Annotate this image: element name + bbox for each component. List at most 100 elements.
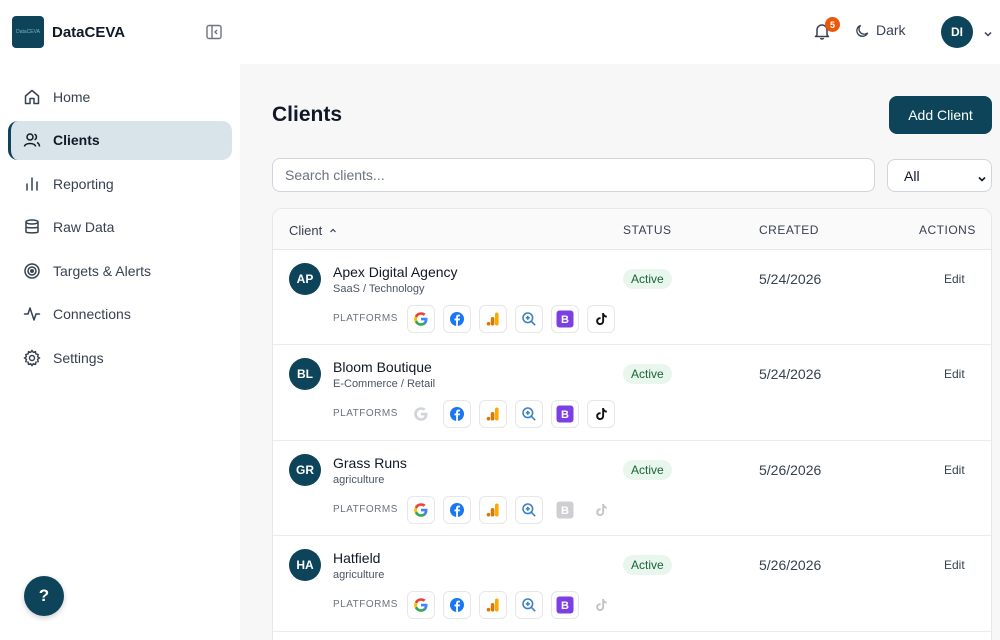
column-header-status: STATUS (623, 223, 672, 237)
client-category: E-Commerce / Retail (333, 378, 436, 391)
sidebar-nav: Home Clients Reporting Raw Data Targets … (8, 77, 232, 382)
sidebar-item-raw-data[interactable]: Raw Data (8, 208, 232, 247)
platforms-label: PLATFORMS (333, 313, 398, 324)
sidebar-item-label: Targets & Alerts (53, 262, 152, 279)
notification-badge: 5 (825, 17, 840, 32)
sidebar-item-label: Settings (53, 350, 104, 367)
platform-analytics-icon[interactable] (479, 591, 507, 620)
sidebar-item-clients[interactable]: Clients (8, 120, 232, 160)
table-row[interactable]: HA Hatfield agriculture PLATFORMS B Acti… (273, 536, 991, 632)
chevron-down-icon[interactable] (983, 26, 993, 37)
svg-text:B: B (561, 505, 569, 517)
platform-tiktok-icon[interactable] (587, 591, 615, 620)
moon-icon (856, 24, 869, 37)
table-row[interactable]: GR Grass Runs agriculture PLATFORMS B Ac… (273, 441, 991, 537)
edit-button[interactable]: Edit (944, 463, 965, 477)
platform-list: B (407, 400, 623, 429)
platform-search-icon[interactable] (515, 495, 543, 524)
created-date: 5/26/2026 (759, 461, 822, 478)
main-content: Clients Add Client All Client STATUS CRE… (240, 64, 1000, 640)
edit-button[interactable]: Edit (944, 272, 965, 286)
platform-analytics-icon[interactable] (479, 400, 507, 429)
page-title: Clients (272, 103, 343, 126)
platform-google-icon[interactable] (407, 591, 435, 620)
platform-search-icon[interactable] (515, 400, 543, 429)
platform-google-icon[interactable] (407, 400, 435, 429)
sidebar-item-label: Connections (53, 306, 131, 323)
help-button[interactable]: ? (24, 576, 64, 616)
users-icon (22, 130, 42, 150)
status-filter-select[interactable]: All (887, 159, 992, 192)
status-badge: Active (623, 269, 672, 289)
platform-analytics-icon[interactable] (479, 305, 507, 333)
client-name[interactable]: Hatfield (333, 550, 380, 566)
target-icon (22, 261, 42, 281)
theme-label: Dark (876, 22, 906, 38)
client-name[interactable]: Grass Runs (333, 455, 407, 471)
client-category: SaaS / Technology (333, 283, 425, 295)
svg-text:B: B (561, 410, 569, 422)
created-date: 5/26/2026 (759, 557, 822, 574)
sidebar: DataCEVA DataCEVA Home Clients Reporting (0, 0, 240, 640)
platform-analytics-icon[interactable] (479, 495, 507, 524)
sort-asc-icon (329, 228, 336, 233)
search-input[interactable] (272, 158, 875, 192)
created-date: 5/24/2026 (759, 366, 822, 383)
sidebar-collapse-icon[interactable] (205, 23, 223, 41)
platforms-label: PLATFORMS (333, 599, 398, 611)
platforms-label: PLATFORMS (333, 503, 398, 515)
activity-icon (22, 304, 42, 324)
platform-google-icon[interactable] (407, 305, 435, 333)
platform-facebook-icon[interactable] (443, 495, 471, 524)
client-name[interactable]: Apex Digital Agency (333, 264, 458, 280)
sidebar-item-label: Reporting (53, 175, 114, 192)
database-icon (22, 217, 42, 237)
platform-list: B (407, 305, 623, 333)
brand-name: DataCEVA (52, 23, 126, 41)
table-row[interactable]: AP Apex Digital Agency SaaS / Technology… (273, 250, 991, 346)
status-badge: Active (623, 555, 672, 576)
sidebar-item-home[interactable]: Home (8, 77, 232, 116)
platform-facebook-icon[interactable] (443, 591, 471, 620)
home-icon (22, 87, 42, 107)
platform-search-icon[interactable] (515, 305, 543, 333)
sidebar-item-reporting[interactable]: Reporting (8, 164, 232, 203)
platform-bing-icon[interactable]: B (551, 400, 579, 429)
platform-bing-icon[interactable]: B (551, 305, 579, 333)
platform-tiktok-icon[interactable] (587, 495, 615, 524)
status-badge: Active (623, 459, 672, 480)
sidebar-item-label: Clients (53, 132, 100, 149)
add-client-button[interactable]: Add Client (889, 96, 992, 134)
user-avatar[interactable]: DI (941, 16, 973, 48)
brand[interactable]: DataCEVA DataCEVA (12, 16, 125, 48)
status-badge: Active (623, 364, 672, 385)
platform-tiktok-icon[interactable] (587, 305, 615, 333)
platforms-label: PLATFORMS (333, 408, 398, 420)
table-header: Client STATUS CREATED ACTIONS (273, 209, 991, 250)
platform-google-icon[interactable] (407, 495, 435, 524)
platform-bing-icon[interactable]: B (551, 495, 579, 524)
edit-button[interactable]: Edit (944, 367, 965, 381)
platform-facebook-icon[interactable] (443, 305, 471, 333)
column-header-client[interactable]: Client (289, 223, 337, 238)
table-row[interactable]: BL Bloom Boutique E-Commerce / Retail PL… (273, 345, 991, 441)
client-name[interactable]: Bloom Boutique (333, 359, 432, 375)
platform-tiktok-icon[interactable] (587, 400, 615, 429)
edit-button[interactable]: Edit (944, 558, 965, 572)
clients-table: Client STATUS CREATED ACTIONS AP Apex Di… (272, 208, 992, 640)
platform-search-icon[interactable] (515, 591, 543, 620)
platform-facebook-icon[interactable] (443, 400, 471, 429)
theme-toggle[interactable]: Dark (855, 22, 906, 38)
platform-bing-icon[interactable]: B (551, 591, 579, 620)
sidebar-item-connections[interactable]: Connections (8, 295, 232, 334)
sidebar-item-settings[interactable]: Settings (8, 339, 232, 378)
client-avatar: HA (289, 549, 321, 582)
sidebar-item-targets-alerts[interactable]: Targets & Alerts (8, 251, 232, 290)
column-header-actions: ACTIONS (919, 223, 976, 237)
gear-icon (22, 348, 42, 368)
client-avatar: GR (289, 453, 321, 486)
table-body: AP Apex Digital Agency SaaS / Technology… (273, 250, 991, 632)
client-category: agriculture (333, 473, 385, 486)
platform-list: B (407, 495, 623, 524)
client-category: agriculture (333, 569, 385, 582)
